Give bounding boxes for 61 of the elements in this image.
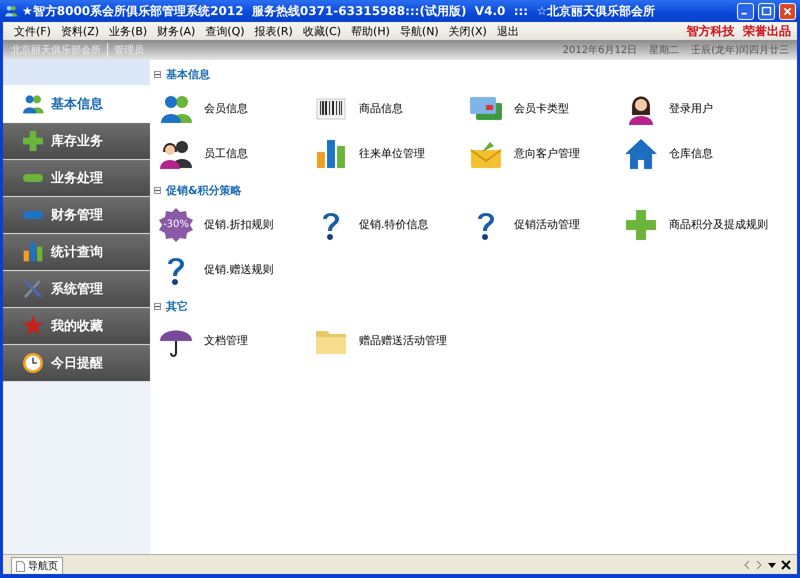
sidebar-item[interactable]: 我的收藏 [3,308,150,345]
section-title: 其它 [166,298,188,314]
weekday-text: 星期二 [649,44,680,57]
club-name: 北京丽天俱乐部会所 [11,44,101,57]
menu-item[interactable]: 业务(B) [104,24,152,38]
star-icon [21,314,45,338]
section-title: 促销&积分策略 [166,182,242,198]
module-link[interactable]: 促销活动管理 [514,217,580,232]
collapse-toggle[interactable] [154,70,161,78]
sidebar-item[interactable]: 今日提醒 [3,345,150,382]
plus-icon [21,129,45,153]
module-link[interactable]: 商品积分及提成规则 [669,217,768,232]
page-icon [16,560,25,572]
module-link[interactable]: 往来单位管理 [359,146,425,161]
module-link[interactable]: 员工信息 [204,146,248,161]
close-tab-icon[interactable] [781,560,791,570]
sidebar-item[interactable]: 基本信息 [3,85,150,123]
discount-badge: -30% [158,206,194,242]
module-link[interactable]: 文档管理 [204,333,248,348]
window-title: ★智方8000系会所俱乐部管理系统2012 服务热线0371-63315988:::(试用版) V4.0 ::: ☆北京丽天俱乐部会所 [22,2,656,20]
sidebar-item[interactable]: 系统管理 [3,271,150,308]
app-icon [4,4,18,18]
module-link[interactable]: 仓库信息 [669,146,713,161]
lunar-date-text: 壬辰(龙年)闰四月廿三 [691,44,789,57]
scroll-right-icon[interactable] [755,560,763,570]
module-link[interactable]: 登录用户 [669,101,713,116]
menu-item[interactable]: 帮助(H) [346,24,395,38]
menu-item[interactable]: 资料(Z) [56,24,104,38]
module-link[interactable]: 促销.赠送规则 [204,262,274,277]
collapse-toggle[interactable] [154,302,161,310]
menu-item[interactable]: 报表(R) [250,24,298,38]
menu-item[interactable]: 退出 [492,24,524,38]
module-link[interactable]: 商品信息 [359,101,403,116]
module-link[interactable]: 促销.折扣规则 [204,217,274,232]
user-role: 管理员 [107,43,144,57]
maximize-button[interactable] [758,2,775,20]
module-link[interactable]: 赠品赠送活动管理 [359,333,447,348]
brand-text: 智方科技 荣誉出品 [686,22,791,40]
sidebar-item[interactable]: 统计查询 [3,234,150,271]
sidebar-item[interactable]: 库存业务 [3,123,150,160]
menu-item[interactable]: 查询(Q) [200,24,250,38]
menu-item[interactable]: 财务(A) [152,24,200,38]
minimize-button[interactable] [737,2,754,20]
close-button[interactable] [779,2,796,20]
clock-icon [21,351,45,375]
sidebar-item[interactable]: 财务管理 [3,197,150,234]
menu-item[interactable]: 文件(F) [9,24,56,38]
page-tab[interactable]: 导航页 [11,557,63,574]
module-link[interactable]: 会员信息 [204,101,248,116]
menu-item[interactable]: 收藏(C) [298,24,346,38]
sidebar-item[interactable]: 业务处理 [3,160,150,197]
collapse-toggle[interactable] [154,186,161,194]
module-link[interactable]: 意向客户管理 [514,146,580,161]
module-link[interactable]: 促销.特价信息 [359,217,428,232]
scroll-left-icon[interactable] [743,560,751,570]
date-text: 2012年6月12日 [562,44,638,57]
bar-chart-icon [21,240,45,264]
section-title: 基本信息 [166,66,210,82]
menu-item[interactable]: 导航(N) [394,24,444,38]
menu-item[interactable]: 关闭(X) [444,24,492,38]
module-link[interactable]: 会员卡类型 [514,101,569,116]
